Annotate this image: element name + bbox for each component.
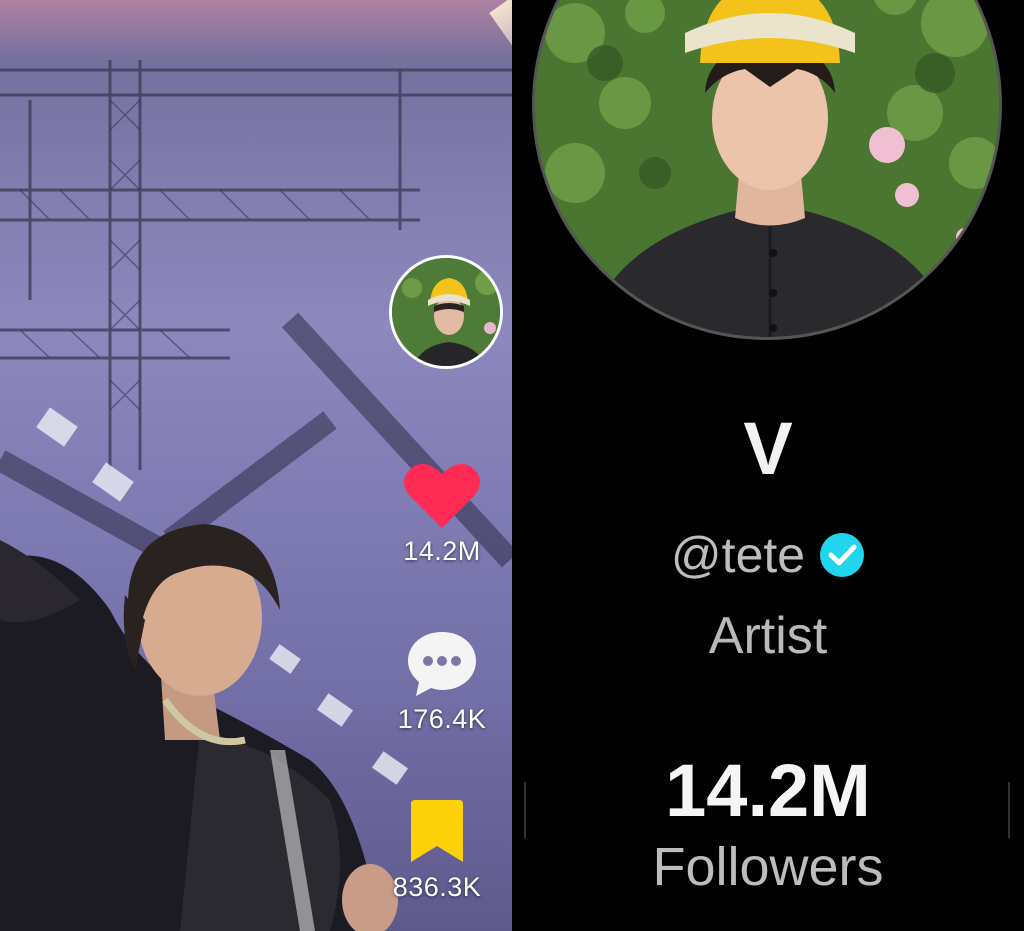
- comment-bubble-icon[interactable]: [404, 628, 480, 698]
- save-count: 836.3K: [392, 872, 482, 902]
- like-action[interactable]: 14.2M: [377, 460, 507, 567]
- profile-display-name: V: [743, 407, 793, 490]
- profile-panel: V @tete Artist 14.2M Followers: [512, 0, 1024, 931]
- followers-count[interactable]: 14.2M: [512, 748, 1024, 833]
- profile-handle-row: @tete: [512, 520, 1024, 590]
- comment-count: 176.4K: [397, 704, 487, 734]
- profile-avatar[interactable]: [532, 0, 1002, 340]
- comment-action[interactable]: 176.4K: [377, 628, 507, 735]
- profile-handle: @tete: [670, 527, 806, 583]
- video-feed-panel[interactable]: 14.2M 176.4K 836.3K: [0, 0, 512, 931]
- verified-badge-icon: [820, 533, 865, 577]
- like-count: 14.2M: [403, 536, 481, 566]
- save-action[interactable]: 836.3K: [372, 800, 502, 903]
- heart-icon[interactable]: [402, 460, 482, 530]
- profile-bio: Artist: [708, 607, 828, 665]
- creator-avatar[interactable]: [389, 255, 503, 369]
- followers-label[interactable]: Followers: [512, 836, 1024, 898]
- bookmark-icon[interactable]: [407, 800, 467, 866]
- profile-avatar-image: [535, 0, 999, 337]
